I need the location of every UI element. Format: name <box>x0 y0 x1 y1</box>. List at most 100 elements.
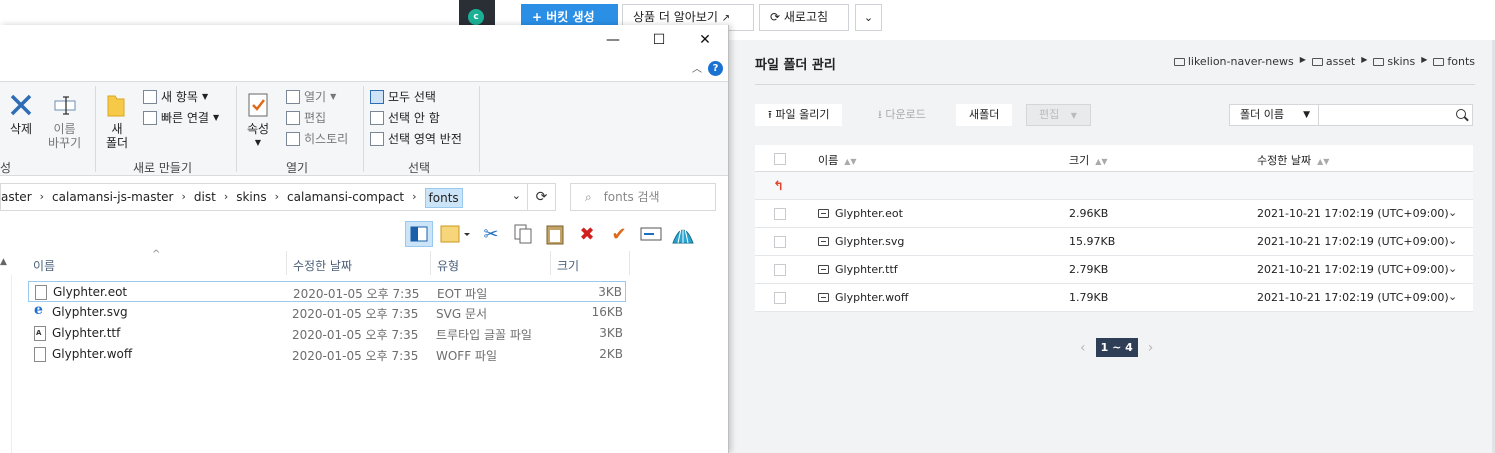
table-row[interactable]: Glyphter.svg 15.97KB 2021-10-21 17:02:19… <box>755 228 1473 256</box>
upload-button[interactable]: ⭱ 파일 올리기 <box>755 104 843 126</box>
new-item-button[interactable]: 새 항목 ▼ <box>143 88 208 105</box>
file-icon <box>818 265 829 274</box>
address-bar[interactable]: aster › calamansi-js-master › dist › ski… <box>0 183 528 211</box>
chevron-down-icon[interactable]: ⌄ <box>512 189 521 202</box>
shell-icon[interactable] <box>669 221 697 247</box>
collapse-ribbon-icon[interactable]: ︿ <box>692 60 702 75</box>
search-icon[interactable] <box>1456 109 1466 119</box>
breadcrumb-label: skins <box>1387 55 1416 68</box>
list-item[interactable]: Glyphter.eot 2020-01-05 오후 7:35 EOT 파일 3… <box>28 281 626 302</box>
refresh-button[interactable]: ⟳ 새로고침 <box>759 4 849 31</box>
easy-access-button[interactable]: 빠른 연결 ▼ <box>143 109 219 126</box>
column-modified[interactable]: 수정한 날짜 <box>293 257 352 274</box>
file-size: 16KB <box>591 305 623 319</box>
up-folder-icon[interactable]: ↰ <box>773 179 784 194</box>
chevron-right-icon[interactable]: › <box>40 190 44 208</box>
file-list-header: ^ 이름 수정한 날짜 유형 크기 <box>0 249 728 275</box>
chevron-down-icon[interactable]: ⌄ <box>1448 234 1457 247</box>
path-segment[interactable]: calamansi-compact <box>287 190 404 208</box>
search-field-select[interactable]: 폴더 이름 ▼ <box>1229 104 1319 126</box>
column-name[interactable]: 이름 <box>33 257 55 274</box>
breadcrumb-item[interactable]: asset <box>1311 55 1355 68</box>
chevron-down-icon: ⌄ <box>863 11 874 24</box>
current-page[interactable]: 1 ~ 4 <box>1095 338 1138 357</box>
select-all-checkbox[interactable] <box>774 153 786 165</box>
column-size[interactable]: 크기 ▲▼ <box>1069 152 1108 168</box>
row-checkbox[interactable] <box>774 264 786 276</box>
view-options-icon[interactable] <box>437 221 473 247</box>
row-checkbox[interactable] <box>774 208 786 220</box>
scroll-up-icon[interactable]: ▲ <box>0 257 7 267</box>
maximize-icon[interactable]: ☐ <box>636 32 682 48</box>
file-name[interactable]: Glyphter.woff <box>818 291 908 304</box>
cut-icon[interactable]: ✂ <box>477 221 505 247</box>
chevron-right-icon[interactable]: › <box>224 190 228 208</box>
path-segment[interactable]: skins <box>236 190 266 208</box>
new-folder-button[interactable]: 새폴더 <box>956 104 1013 126</box>
list-item[interactable]: Glyphter.ttf 2020-01-05 오후 7:35 트루타입 글꼴 … <box>28 323 626 344</box>
chevron-right-icon[interactable]: › <box>181 190 185 208</box>
new-folder-button[interactable]: 새 폴더 <box>104 92 130 150</box>
refresh-icon[interactable]: ⟳ <box>528 183 556 211</box>
prev-page-icon[interactable]: ‹ <box>1080 340 1086 356</box>
column-size[interactable]: 크기 <box>557 257 579 274</box>
column-type[interactable]: 유형 <box>437 257 459 274</box>
chevron-down-icon[interactable]: ⌄ <box>1448 262 1457 275</box>
file-name[interactable]: Glyphter.eot <box>818 207 903 220</box>
breadcrumb-item[interactable]: skins <box>1373 55 1415 68</box>
search-input[interactable]: ⌕ fonts 검색 <box>570 183 716 211</box>
chevron-down-icon[interactable]: ⌄ <box>1448 206 1457 219</box>
history-button[interactable]: 히스토리 <box>286 130 348 147</box>
parent-folder-row[interactable]: ↰ <box>755 172 1473 200</box>
path-segment[interactable]: calamansi-js-master <box>52 190 173 208</box>
select-none-button[interactable]: 선택 안 함 <box>370 109 440 126</box>
copy-icon[interactable] <box>509 221 537 247</box>
breadcrumb-item[interactable]: fonts <box>1433 55 1475 68</box>
edit-button[interactable]: 편집 <box>286 109 326 126</box>
group-label-organize: 성 <box>0 161 12 175</box>
select-all-button[interactable]: 모두 선택 <box>370 88 436 105</box>
row-checkbox[interactable] <box>774 292 786 304</box>
properties-button[interactable]: 속성 ▼ <box>245 92 271 150</box>
list-item[interactable]: Glyphter.woff 2020-01-05 오후 7:35 WOFF 파일… <box>28 344 626 365</box>
file-type: 트루타입 글꼴 파일 <box>436 328 532 342</box>
column-modified[interactable]: 수정한 날짜 ▲▼ <box>1257 152 1329 168</box>
list-item[interactable]: Glyphter.svg 2020-01-05 오후 7:35 SVG 문서 1… <box>28 302 626 323</box>
nav-pane-scrollbar[interactable] <box>0 275 12 453</box>
column-name[interactable]: 이름 ▲▼ <box>818 152 857 168</box>
table-header: 이름 ▲▼ 크기 ▲▼ 수정한 날짜 ▲▼ <box>755 145 1473 172</box>
chevron-right-icon[interactable]: › <box>412 190 416 208</box>
search-input[interactable] <box>1318 104 1473 126</box>
preview-pane-icon[interactable] <box>405 221 433 247</box>
path-segment-current[interactable]: fonts <box>424 188 463 208</box>
invert-selection-button[interactable]: 선택 영역 반전 <box>370 130 462 147</box>
chevron-down-icon[interactable]: ⌄ <box>1448 290 1457 303</box>
table-row[interactable]: Glyphter.ttf 2.79KB 2021-10-21 17:02:19 … <box>755 256 1473 284</box>
rename-button[interactable]: 이름 바꾸기 <box>48 92 81 150</box>
file-name[interactable]: Glyphter.ttf <box>818 263 898 276</box>
paste-icon[interactable] <box>541 221 569 247</box>
more-dropdown-button[interactable]: ⌄ <box>855 4 882 31</box>
download-button[interactable]: ⭳ 다운로드 <box>865 104 939 126</box>
open-button[interactable]: 열기 ▼ <box>286 88 336 105</box>
path-segment[interactable]: aster <box>1 190 32 208</box>
delete-icon[interactable]: ✖ <box>573 221 601 247</box>
next-page-icon[interactable]: › <box>1148 340 1154 356</box>
breadcrumb-label: fonts <box>1447 55 1475 68</box>
help-icon[interactable]: ? <box>708 61 723 76</box>
table-row[interactable]: Glyphter.eot 2.96KB 2021-10-21 17:02:19 … <box>755 200 1473 228</box>
table-row[interactable]: Glyphter.woff 1.79KB 2021-10-21 17:02:19… <box>755 284 1473 312</box>
rename-icon[interactable] <box>637 221 665 247</box>
properties-check-icon[interactable]: ✔ <box>605 221 633 247</box>
breadcrumb-item[interactable]: likelion-naver-news <box>1173 55 1294 68</box>
edit-dropdown[interactable]: 편집 ▼ <box>1026 104 1091 126</box>
file-size: 15.97KB <box>1069 235 1116 248</box>
delete-button[interactable]: 삭제 <box>8 92 34 136</box>
path-segment[interactable]: dist <box>194 190 216 208</box>
chevron-right-icon[interactable]: › <box>275 190 279 208</box>
file-name[interactable]: Glyphter.svg <box>818 235 904 248</box>
close-icon[interactable]: ✕ <box>682 32 728 48</box>
row-checkbox[interactable] <box>774 236 786 248</box>
ribbon-divider <box>479 86 480 172</box>
minimize-icon[interactable]: — <box>590 32 636 48</box>
